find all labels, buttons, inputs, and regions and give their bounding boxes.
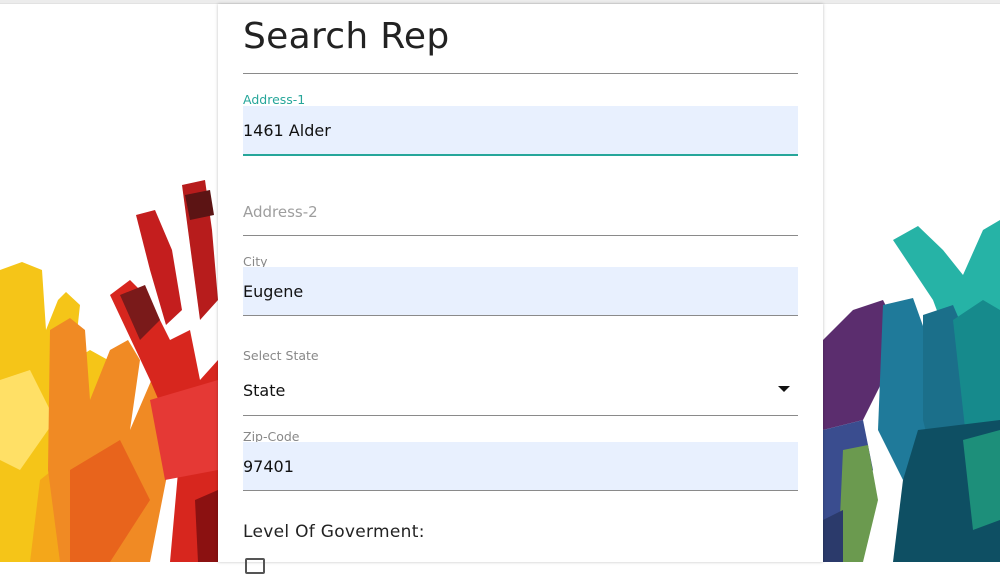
title-divider <box>243 73 798 74</box>
address2-placeholder: Address-2 <box>243 203 318 221</box>
page-title: Search Rep <box>243 16 450 57</box>
city-value: Eugene <box>243 282 304 301</box>
raised-hands-right-illustration <box>823 220 1000 562</box>
raised-hands-left-illustration <box>0 180 218 562</box>
zip-value: 97401 <box>243 457 294 476</box>
level-checkbox[interactable] <box>245 558 265 574</box>
state-label: Select State <box>243 348 319 363</box>
level-of-government-heading: Level Of Goverment: <box>243 522 425 542</box>
search-rep-form-card: Search Rep Address-1 1461 Alder Address-… <box>218 4 823 574</box>
zip-input[interactable]: 97401 <box>243 442 798 491</box>
address1-label: Address-1 <box>243 92 306 107</box>
state-value: State <box>243 381 286 400</box>
caret-down-icon <box>778 386 790 392</box>
address1-input[interactable]: 1461 Alder <box>243 106 798 156</box>
address1-value: 1461 Alder <box>243 121 331 140</box>
city-input[interactable]: Eugene <box>243 267 798 316</box>
address2-input[interactable]: Address-2 <box>243 194 798 236</box>
state-select[interactable]: State <box>243 366 798 416</box>
